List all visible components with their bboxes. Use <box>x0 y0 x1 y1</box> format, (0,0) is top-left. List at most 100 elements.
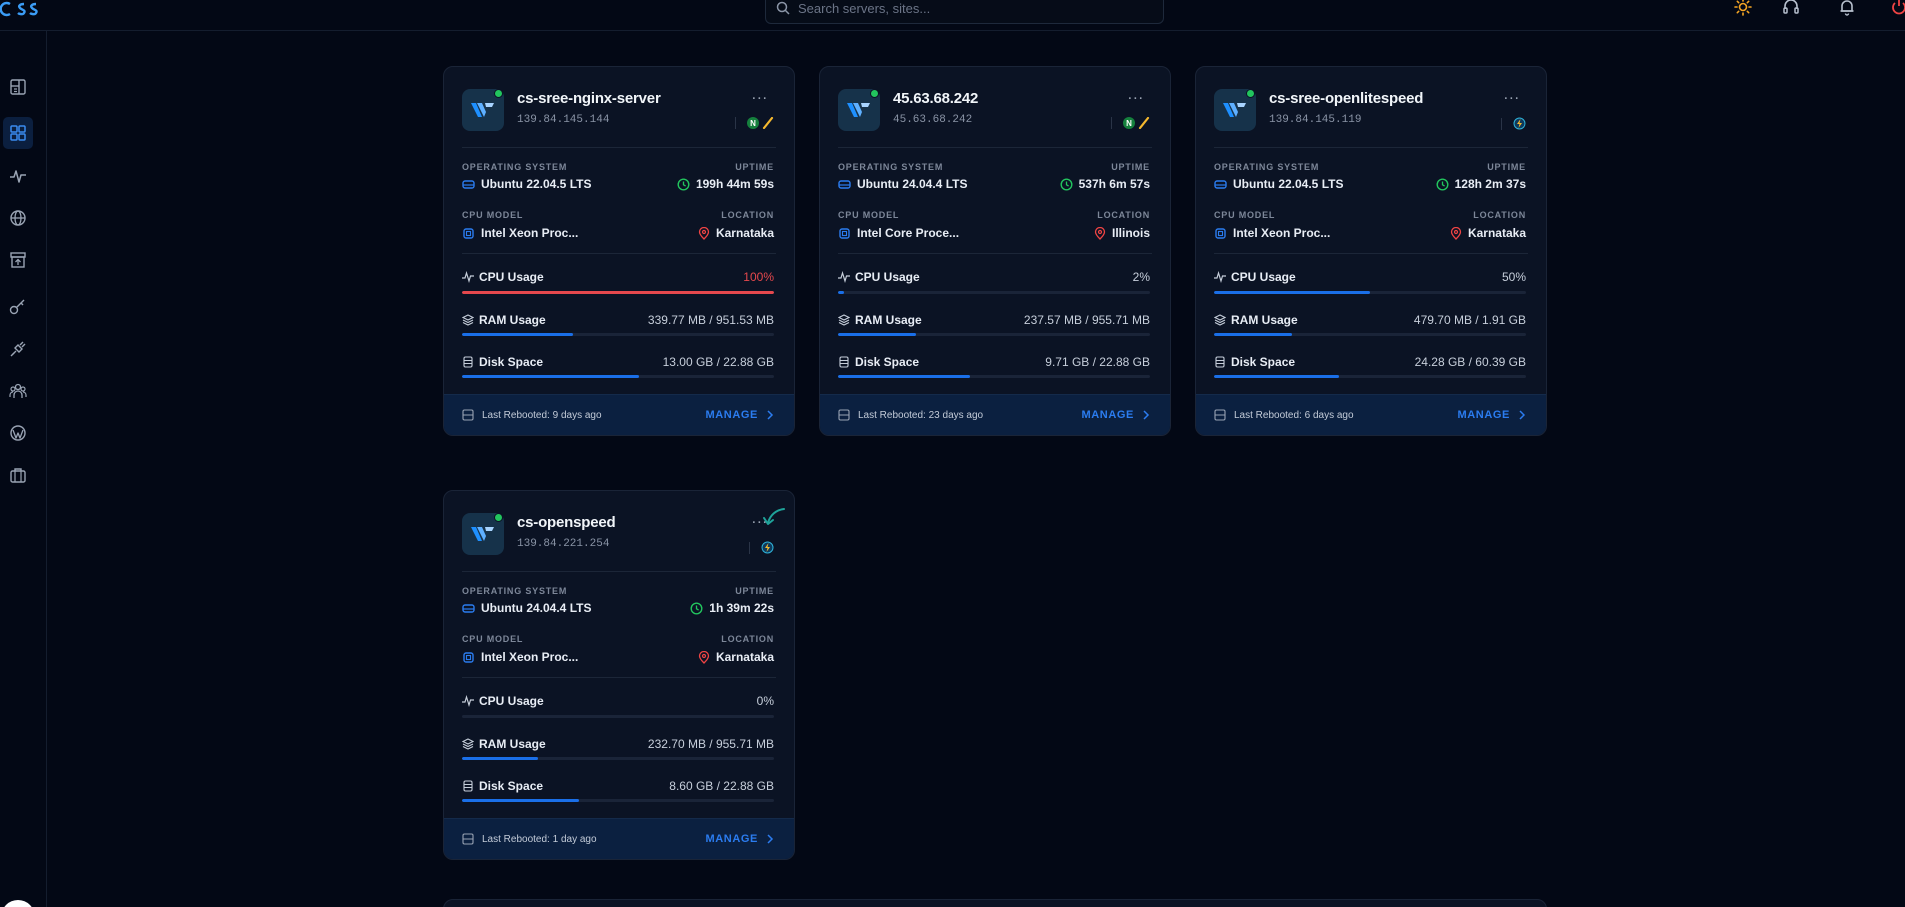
uptime-value: 537h 6m 57s <box>1060 177 1150 191</box>
globe-icon <box>10 210 26 226</box>
server-card-header: cs-sree-openlitespeed 139.84.145.119 ... <box>1196 67 1546 147</box>
location-label: LOCATION <box>721 634 774 644</box>
usage-bar-fill <box>462 291 774 294</box>
cpu-usage-bar <box>1214 291 1526 294</box>
more-options-button[interactable]: ... <box>752 87 768 103</box>
server-card[interactable]: 45.63.68.242 45.63.68.242 ... N OPERATIN… <box>819 66 1171 436</box>
manage-button[interactable]: MANAGE <box>706 409 775 421</box>
map-pin-icon <box>1450 226 1462 240</box>
server-card[interactable]: cs-sree-openlitespeed 139.84.145.119 ...… <box>1195 66 1547 436</box>
uptime-label: UPTIME <box>735 586 774 596</box>
more-options-button[interactable]: ... <box>1128 87 1144 103</box>
disk-space-bar <box>462 799 774 802</box>
search-input[interactable] <box>798 0 1138 16</box>
uptime-label: UPTIME <box>1487 162 1526 172</box>
clock-icon <box>690 601 703 615</box>
server-card[interactable]: cs-openspeed 139.84.221.254 ... OPERATIN… <box>443 490 795 860</box>
disk-space-value: 24.28 GB / 60.39 GB <box>1414 355 1526 369</box>
manage-button[interactable]: MANAGE <box>1458 409 1527 421</box>
sidebar-item-store[interactable] <box>3 244 33 276</box>
cpu-model-value: Intel Core Proce... <box>838 226 959 240</box>
online-status-dot <box>870 89 879 98</box>
location-value: Karnataka <box>698 226 774 240</box>
disk-space-value: 9.71 GB / 22.88 GB <box>1045 355 1150 369</box>
disk-space-row: Disk Space 13.00 GB / 22.88 GB <box>462 354 774 370</box>
dashboard-icon <box>10 79 26 95</box>
location-label: LOCATION <box>721 210 774 220</box>
more-options-button[interactable]: ... <box>1504 87 1520 103</box>
sidebar-item-ssh-keys[interactable] <box>3 291 33 323</box>
location-label: LOCATION <box>1473 210 1526 220</box>
sidebar-item-activity[interactable] <box>3 160 33 192</box>
drive-icon <box>1214 179 1227 189</box>
search-box[interactable] <box>765 0 1164 24</box>
server-ip: 139.84.221.254 <box>517 538 610 550</box>
cpu-usage-row: CPU Usage 50% <box>1214 269 1526 285</box>
litespeed-icon <box>761 541 774 554</box>
sidebar-item-wordpress[interactable] <box>3 417 33 449</box>
sidebar-item-team[interactable] <box>3 375 33 407</box>
server-card-partial <box>443 899 1547 907</box>
ram-usage-value: 232.70 MB / 955.71 MB <box>647 737 774 751</box>
server-name[interactable]: cs-openspeed <box>517 514 616 531</box>
usage-bar-fill <box>838 291 845 294</box>
server-reboot-icon <box>462 833 474 845</box>
server-name[interactable]: cs-sree-nginx-server <box>517 90 661 107</box>
team-icon <box>9 383 27 398</box>
drive-icon <box>462 603 475 613</box>
bell-icon[interactable] <box>1836 0 1858 18</box>
cpu-icon <box>463 651 474 663</box>
server-name[interactable]: cs-sree-openlitespeed <box>1269 90 1423 107</box>
cpu-usage-value: 100% <box>743 270 774 284</box>
sidebar-item-integrations[interactable] <box>3 333 33 365</box>
online-status-dot <box>494 89 503 98</box>
online-status-dot <box>1246 89 1255 98</box>
sun-icon[interactable] <box>1732 0 1754 18</box>
last-rebooted-text: Last Rebooted: 1 day ago <box>482 833 597 845</box>
last-rebooted-text: Last Rebooted: 6 days ago <box>1234 409 1354 421</box>
servers-grid-icon <box>10 125 26 141</box>
sidebar-item-projects[interactable] <box>3 459 33 491</box>
edit-icon <box>762 117 774 129</box>
cpu-usage-value: 2% <box>1132 270 1150 284</box>
server-badges <box>749 541 774 554</box>
usage-bar-fill <box>462 333 574 336</box>
location-value: Illinois <box>1094 226 1150 240</box>
avatar[interactable]: S <box>1 900 35 907</box>
map-pin-icon <box>698 650 710 664</box>
clock-icon <box>1060 177 1073 191</box>
css-logo[interactable] <box>0 0 42 20</box>
disk-space-row: Disk Space 24.28 GB / 60.39 GB <box>1214 354 1526 370</box>
server-name[interactable]: 45.63.68.242 <box>893 90 978 107</box>
server-reboot-icon <box>1214 409 1226 421</box>
server-badges <box>1501 117 1526 130</box>
os-value: Ubuntu 24.04.4 LTS <box>462 601 591 615</box>
disk-space-bar <box>1214 375 1526 378</box>
location-value: Karnataka <box>1450 226 1526 240</box>
manage-button[interactable]: MANAGE <box>1082 409 1151 421</box>
manage-button[interactable]: MANAGE <box>706 833 775 845</box>
server-card[interactable]: cs-sree-nginx-server 139.84.145.144 ... … <box>443 66 795 436</box>
headset-icon[interactable] <box>1780 0 1802 18</box>
sidebar-item-servers[interactable] <box>3 117 33 149</box>
usage-bar-fill <box>1214 333 1292 336</box>
layers-icon <box>838 314 850 326</box>
disk-space-value: 13.00 GB / 22.88 GB <box>662 355 774 369</box>
cpu-usage-bar <box>462 715 774 718</box>
ram-usage-bar <box>462 757 774 760</box>
os-label: OPERATING SYSTEM <box>838 162 944 172</box>
os-value: Ubuntu 24.04.4 LTS <box>838 177 967 191</box>
sidebar-item-domains[interactable] <box>3 202 33 234</box>
power-icon[interactable] <box>1888 0 1905 18</box>
cpu-usage-row: CPU Usage 100% <box>462 269 774 285</box>
usage-bar-fill <box>1214 375 1340 378</box>
server-badges: N <box>735 117 774 129</box>
key-icon <box>9 299 25 315</box>
disk-space-value: 8.60 GB / 22.88 GB <box>669 779 774 793</box>
sidebar-item-dashboard[interactable] <box>3 71 33 103</box>
database-icon <box>1215 356 1225 368</box>
os-label: OPERATING SYSTEM <box>462 586 568 596</box>
online-status-dot <box>494 513 503 522</box>
cpu-model-label: CPU MODEL <box>462 210 524 220</box>
disk-space-row: Disk Space 8.60 GB / 22.88 GB <box>462 778 774 794</box>
